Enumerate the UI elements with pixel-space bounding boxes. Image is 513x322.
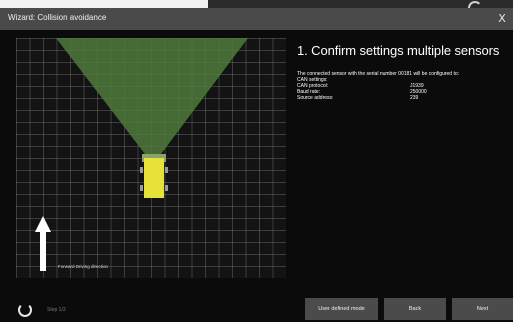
vehicle-wheel xyxy=(140,167,143,173)
setting-row-source-address: Source address: 239 xyxy=(297,95,509,101)
page-title: 1. Confirm settings multiple sensors xyxy=(297,43,500,58)
wizard-window: Wizard: Collision avoidance X Forward Dr… xyxy=(0,8,513,322)
vehicle-wheel xyxy=(165,185,168,191)
back-button[interactable]: Back xyxy=(384,298,446,320)
loading-spinner-icon xyxy=(18,303,32,317)
detection-zone xyxy=(56,38,248,158)
vehicle xyxy=(144,158,164,198)
setting-label: Source address: xyxy=(297,95,334,101)
vehicle-wheel xyxy=(165,167,168,173)
title-bar: Wizard: Collision avoidance X xyxy=(0,8,513,30)
user-defined-mode-button[interactable]: User defined mode xyxy=(305,298,378,320)
next-button[interactable]: Next xyxy=(452,298,513,320)
vehicle-wheel xyxy=(140,185,143,191)
sensor-diagram xyxy=(35,38,248,271)
sensor-grid-visualization: Forward Driving direction xyxy=(16,38,286,278)
step-indicator: Step 1/3 xyxy=(47,307,66,313)
arrow-up-icon xyxy=(35,216,51,271)
footer-bar: Step 1/3 User defined mode Back Next xyxy=(0,292,513,322)
info-panel: 1. Confirm settings multiple sensors The… xyxy=(297,43,509,273)
setting-value: 239 xyxy=(410,95,419,101)
close-icon: X xyxy=(498,12,506,25)
window-title: Wizard: Collision avoidance xyxy=(8,13,107,22)
close-button[interactable]: X xyxy=(493,10,511,28)
direction-label: Forward Driving direction xyxy=(58,264,109,269)
